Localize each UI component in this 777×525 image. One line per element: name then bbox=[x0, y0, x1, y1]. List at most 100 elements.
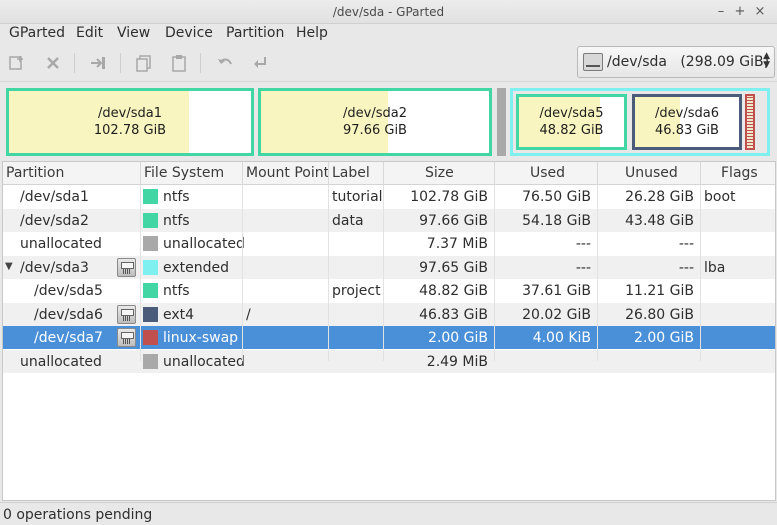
copy-icon[interactable] bbox=[133, 52, 155, 74]
menu-partition[interactable]: Partition bbox=[226, 25, 284, 41]
cell-partition: unallocated bbox=[20, 353, 102, 370]
cell-size: 2.00 GiB bbox=[428, 330, 488, 346]
minimize-button[interactable]: – bbox=[712, 3, 730, 21]
column-header-label[interactable]: Label bbox=[332, 165, 370, 181]
resize-move-icon[interactable] bbox=[87, 52, 109, 74]
cell-unused: 11.21 GiB bbox=[625, 283, 694, 299]
cell-file-system: ext4 bbox=[163, 306, 195, 323]
cell-file-system: unallocated bbox=[163, 353, 245, 370]
cell-unused: 26.28 GiB bbox=[625, 189, 694, 205]
menu-device[interactable]: Device bbox=[165, 25, 213, 41]
cell-label: tutorial bbox=[332, 189, 383, 205]
filesystem-color-swatch bbox=[143, 353, 158, 369]
filesystem-color-swatch bbox=[143, 259, 158, 275]
column-separator bbox=[140, 162, 141, 185]
column-header-unused[interactable]: Unused bbox=[625, 165, 678, 181]
diskmap-sda5-label: /dev/sda5 48.82 GiB bbox=[519, 105, 624, 139]
column-header-flags[interactable]: Flags bbox=[721, 165, 758, 181]
cell-used: --- bbox=[575, 236, 591, 252]
cell-unused: 26.80 GiB bbox=[625, 306, 694, 323]
busy-lock-icon bbox=[117, 304, 136, 324]
status-bar: 0 operations pending bbox=[0, 502, 777, 525]
cell-size: 102.78 GiB bbox=[410, 189, 488, 205]
toolbar-separator bbox=[74, 53, 75, 73]
table-row[interactable]: unallocated unallocated 2.49 MiB bbox=[3, 349, 775, 373]
partition-size: 97.66 GiB bbox=[343, 123, 407, 138]
window-title: /dev/sda - GParted bbox=[332, 5, 445, 19]
column-header-file-system[interactable]: File System bbox=[144, 165, 224, 181]
column-divider bbox=[242, 185, 243, 361]
cell-partition: unallocated bbox=[20, 236, 102, 252]
column-header-mount-point[interactable]: Mount Point bbox=[246, 165, 329, 181]
column-divider bbox=[140, 185, 141, 361]
table-row[interactable]: /dev/sda6 ext4 / 46.83 GiB 20.02 GiB 26.80 Gi… bbox=[3, 302, 775, 326]
partition-size: 46.83 GiB bbox=[655, 123, 719, 138]
cell-size: 97.66 GiB bbox=[419, 212, 488, 229]
table-row[interactable]: ▼ /dev/sda3 extended 97.65 GiB --- --- lba bbox=[3, 255, 775, 279]
maximize-button[interactable]: + bbox=[731, 3, 749, 21]
undo-icon[interactable] bbox=[214, 52, 236, 74]
menu-view[interactable]: View bbox=[117, 25, 150, 41]
column-separator bbox=[328, 162, 329, 185]
partition-name: /dev/sda6 bbox=[655, 106, 719, 121]
cell-label: data bbox=[332, 212, 364, 229]
diskmap-partition-sda7[interactable] bbox=[745, 94, 755, 150]
menu-help[interactable]: Help bbox=[296, 25, 328, 41]
cell-used: 20.02 GiB bbox=[522, 306, 591, 323]
filesystem-color-swatch bbox=[143, 189, 158, 204]
cell-used: --- bbox=[575, 259, 591, 276]
column-header-used[interactable]: Used bbox=[530, 165, 565, 181]
filesystem-color-swatch bbox=[143, 306, 158, 322]
column-header-size[interactable]: Size bbox=[425, 165, 454, 181]
cell-file-system: ntfs bbox=[163, 189, 190, 205]
partition-name: /dev/sda2 bbox=[343, 106, 407, 121]
menu-gparted[interactable]: GParted bbox=[9, 25, 65, 41]
cell-file-system: linux-swap bbox=[163, 330, 239, 346]
diskmap-partition-sda6[interactable]: /dev/sda6 46.83 GiB bbox=[632, 94, 742, 150]
status-text: 0 operations pending bbox=[3, 507, 153, 523]
cell-partition: /dev/sda2 bbox=[20, 212, 89, 229]
disk-map: /dev/sda1 102.78 GiB /dev/sda2 97.66 GiB… bbox=[0, 83, 777, 159]
cell-partition: /dev/sda6 bbox=[34, 306, 103, 323]
column-header-partition[interactable]: Partition bbox=[6, 165, 64, 181]
expander-arrow-icon[interactable]: ▼ bbox=[5, 261, 13, 272]
cell-file-system: ntfs bbox=[163, 283, 190, 299]
cell-size: 48.82 GiB bbox=[419, 283, 488, 299]
harddisk-icon bbox=[583, 53, 603, 71]
menu-edit[interactable]: Edit bbox=[76, 25, 103, 41]
diskmap-partition-sda1[interactable]: /dev/sda1 102.78 GiB bbox=[6, 88, 254, 156]
cell-used: 76.50 GiB bbox=[522, 189, 591, 205]
column-separator bbox=[242, 162, 243, 185]
cell-unused: 2.00 GiB bbox=[634, 330, 694, 346]
diskmap-partition-sda3-extended[interactable]: /dev/sda5 48.82 GiB /dev/sda6 46.83 GiB bbox=[510, 88, 770, 156]
table-row[interactable]: /dev/sda2 ntfs data 97.66 GiB 54.18 GiB 43.48… bbox=[3, 208, 775, 232]
cell-size: 2.49 MiB bbox=[426, 353, 488, 370]
table-row[interactable]: /dev/sda1 ntfs tutorial 102.78 GiB 76.50 GiB… bbox=[3, 185, 775, 208]
filesystem-color-swatch bbox=[143, 330, 158, 345]
table-row[interactable]: unallocated unallocated 7.37 MiB --- --- bbox=[3, 232, 775, 255]
device-selector[interactable]: /dev/sda (298.09 GiB) ▲ ▼ bbox=[577, 46, 775, 78]
delete-icon[interactable] bbox=[42, 52, 64, 74]
cell-partition: /dev/sda3 bbox=[20, 259, 89, 276]
column-divider bbox=[328, 185, 329, 361]
close-button[interactable]: × bbox=[751, 3, 769, 21]
apply-icon[interactable] bbox=[249, 52, 271, 74]
table-row[interactable]: /dev/sda7 linux-swap 2.00 GiB 4.00 KiB 2.00 … bbox=[3, 326, 775, 349]
cell-file-system: unallocated bbox=[163, 236, 245, 252]
menu-bar: GParted Edit View Device Partition Help bbox=[0, 24, 777, 44]
toolbar-separator bbox=[120, 53, 121, 73]
diskmap-partition-sda5[interactable]: /dev/sda5 48.82 GiB bbox=[516, 94, 627, 150]
diskmap-unallocated[interactable] bbox=[497, 88, 506, 156]
cell-unused: --- bbox=[678, 236, 694, 252]
new-partition-icon[interactable] bbox=[6, 52, 28, 74]
table-row[interactable]: /dev/sda5 ntfs project 48.82 GiB 37.61 GiB 11… bbox=[3, 279, 775, 302]
filesystem-color-swatch bbox=[143, 212, 158, 228]
column-separator bbox=[597, 162, 598, 185]
device-name: /dev/sda bbox=[607, 54, 667, 70]
toolbar-separator bbox=[200, 53, 201, 73]
cell-flags: boot bbox=[704, 189, 736, 205]
diskmap-partition-sda2[interactable]: /dev/sda2 97.66 GiB bbox=[258, 88, 492, 156]
paste-icon[interactable] bbox=[168, 52, 190, 74]
cell-used: 54.18 GiB bbox=[522, 212, 591, 229]
cell-flags: lba bbox=[704, 259, 726, 276]
